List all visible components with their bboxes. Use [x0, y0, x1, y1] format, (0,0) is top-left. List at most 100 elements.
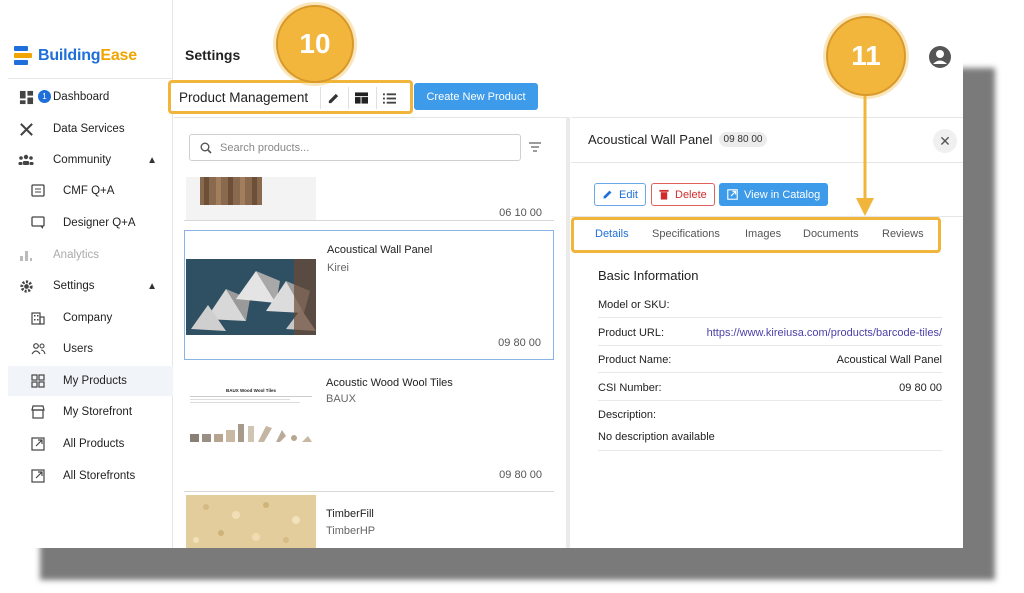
analytics-icon — [18, 247, 34, 263]
chevron-up-icon[interactable]: ▲ — [147, 155, 157, 166]
field-product-name: Product Name: Acoustical Wall Panel — [598, 346, 942, 373]
detail-title: Acoustical Wall Panel 09 80 00 — [588, 132, 768, 147]
product-name: Acoustical Wall Panel — [327, 244, 433, 256]
panel-resize-handle[interactable] — [566, 117, 570, 548]
product-management-toolbar: Product Management — [168, 80, 413, 114]
sidebar-item-designer-qa[interactable]: Designer Q+A — [8, 208, 173, 238]
product-detail-panel: Acoustical Wall Panel 09 80 00 ✕ Edit De… — [571, 117, 963, 548]
building-icon — [30, 310, 46, 326]
sidebar-item-analytics[interactable]: Analytics — [8, 240, 173, 270]
csi-number: 09 80 00 — [499, 469, 542, 481]
grid-icon — [30, 373, 46, 389]
product-brand: TimberHP — [326, 525, 376, 537]
field-label: Product Name: — [598, 354, 672, 366]
sidebar-item-all-products[interactable]: All Products — [8, 429, 173, 459]
sidebar-item-users[interactable]: Users — [8, 334, 173, 364]
external-link-icon — [30, 436, 46, 452]
product-thumbnail — [186, 177, 316, 220]
sidebar-item-my-products[interactable]: My Products — [8, 366, 173, 396]
panel-view-icon[interactable] — [348, 87, 374, 109]
detail-divider — [571, 162, 963, 163]
pencil-icon — [603, 190, 612, 199]
sidebar-item-settings[interactable]: Settings ▲ — [8, 271, 173, 301]
field-model-sku: Model or SKU: — [598, 291, 942, 318]
sidebar-item-data-services[interactable]: Data Services — [8, 114, 173, 144]
community-icon — [18, 152, 34, 168]
external-link-icon — [30, 468, 46, 484]
product-brand: Kirei — [327, 262, 350, 274]
sidebar-item-dashboard[interactable]: 1 Dashboard — [8, 82, 173, 112]
users-icon — [30, 341, 46, 357]
csi-number: 09 80 00 — [498, 337, 541, 349]
detail-title-text: Acoustical Wall Panel — [588, 132, 713, 147]
tab-specifications[interactable]: Specifications — [652, 228, 720, 240]
filter-icon[interactable] — [528, 140, 542, 158]
delete-label: Delete — [675, 188, 707, 201]
trash-icon — [659, 189, 669, 200]
gear-icon — [18, 278, 34, 294]
sidebar-item-cmf-qa[interactable]: CMF Q+A — [8, 176, 173, 206]
brand-logo[interactable]: BuildingEase — [14, 44, 137, 68]
list-item[interactable]: TimberFill TimberHP — [184, 495, 554, 548]
tab-details[interactable]: Details — [595, 228, 629, 240]
field-value: 09 80 00 — [899, 382, 942, 394]
list-view-icon[interactable] — [376, 87, 402, 109]
storefront-icon — [30, 404, 46, 420]
detail-divider — [598, 450, 942, 451]
product-name: Acoustic Wood Wool Tiles — [326, 377, 453, 389]
description-value: No description available — [598, 431, 715, 443]
logo-icon — [14, 45, 32, 67]
callout-10: 10 — [276, 5, 354, 83]
field-label: Product URL: — [598, 327, 665, 339]
product-url-link[interactable]: https://www.kireiusa.com/products/barcod… — [707, 327, 942, 339]
create-new-product-button[interactable]: Create New Product — [414, 83, 538, 110]
callout-arrow-icon — [856, 96, 874, 216]
sidebar-divider — [8, 78, 173, 79]
list-item[interactable]: BAUX Wood Wool Tiles Acoustic Wood Wool … — [184, 362, 554, 492]
list-item[interactable]: 06 10 00 — [184, 177, 554, 221]
page-title: Settings — [185, 47, 241, 63]
product-name: TimberFill — [326, 508, 374, 520]
tab-images[interactable]: Images — [745, 228, 781, 240]
field-label: CSI Number: — [598, 382, 662, 394]
product-thumbnail: BAUX Wood Wool Tiles — [186, 382, 316, 462]
close-icon[interactable]: ✕ — [933, 129, 957, 153]
tools-icon — [18, 121, 34, 137]
edit-pencil-icon[interactable] — [320, 87, 346, 109]
account-avatar-icon[interactable] — [928, 45, 952, 69]
sidebar-item-my-storefront[interactable]: My Storefront — [8, 397, 173, 427]
product-brand: BAUX — [326, 393, 356, 405]
callout-11: 11 — [826, 16, 906, 96]
field-csi-number: CSI Number: 09 80 00 — [598, 374, 942, 401]
field-label: Model or SKU: — [598, 299, 670, 311]
search-icon — [200, 142, 212, 154]
field-product-url: Product URL: https://www.kireiusa.com/pr… — [598, 319, 942, 346]
field-value: Acoustical Wall Panel — [836, 354, 942, 366]
list-item-selected[interactable]: Acoustical Wall Panel Kirei 09 80 00 — [184, 230, 554, 360]
notification-badge: 1 — [38, 90, 51, 103]
external-link-icon — [727, 189, 738, 200]
toolbar-title: Product Management — [179, 90, 309, 105]
section-title: Basic Information — [598, 268, 699, 283]
brand-name: BuildingEase — [38, 47, 137, 64]
search-input[interactable]: Search products... — [189, 134, 521, 161]
tab-reviews[interactable]: Reviews — [882, 228, 924, 240]
product-thumbnail — [186, 259, 316, 335]
sidebar-item-all-storefronts[interactable]: All Storefronts — [8, 461, 173, 491]
description-label: Description: — [598, 409, 657, 421]
edit-label: Edit — [619, 188, 638, 201]
edit-button[interactable]: Edit — [594, 183, 646, 206]
chat-icon — [30, 215, 46, 231]
view-in-catalog-button[interactable]: View in Catalog — [719, 183, 829, 206]
sidebar: BuildingEase 1 Dashboard Data Services C… — [0, 0, 173, 548]
qa-icon — [30, 183, 46, 199]
tab-documents[interactable]: Documents — [803, 228, 859, 240]
sidebar-item-company[interactable]: Company — [8, 303, 173, 333]
csi-chip: 09 80 00 — [718, 132, 768, 147]
chevron-up-icon[interactable]: ▲ — [147, 281, 157, 292]
delete-button[interactable]: Delete — [651, 183, 715, 206]
view-label: View in Catalog — [744, 188, 821, 201]
sidebar-item-community[interactable]: Community ▲ — [8, 145, 173, 175]
dashboard-icon: 1 — [18, 89, 51, 105]
detail-tabs: Details Specifications Images Documents … — [571, 217, 941, 253]
